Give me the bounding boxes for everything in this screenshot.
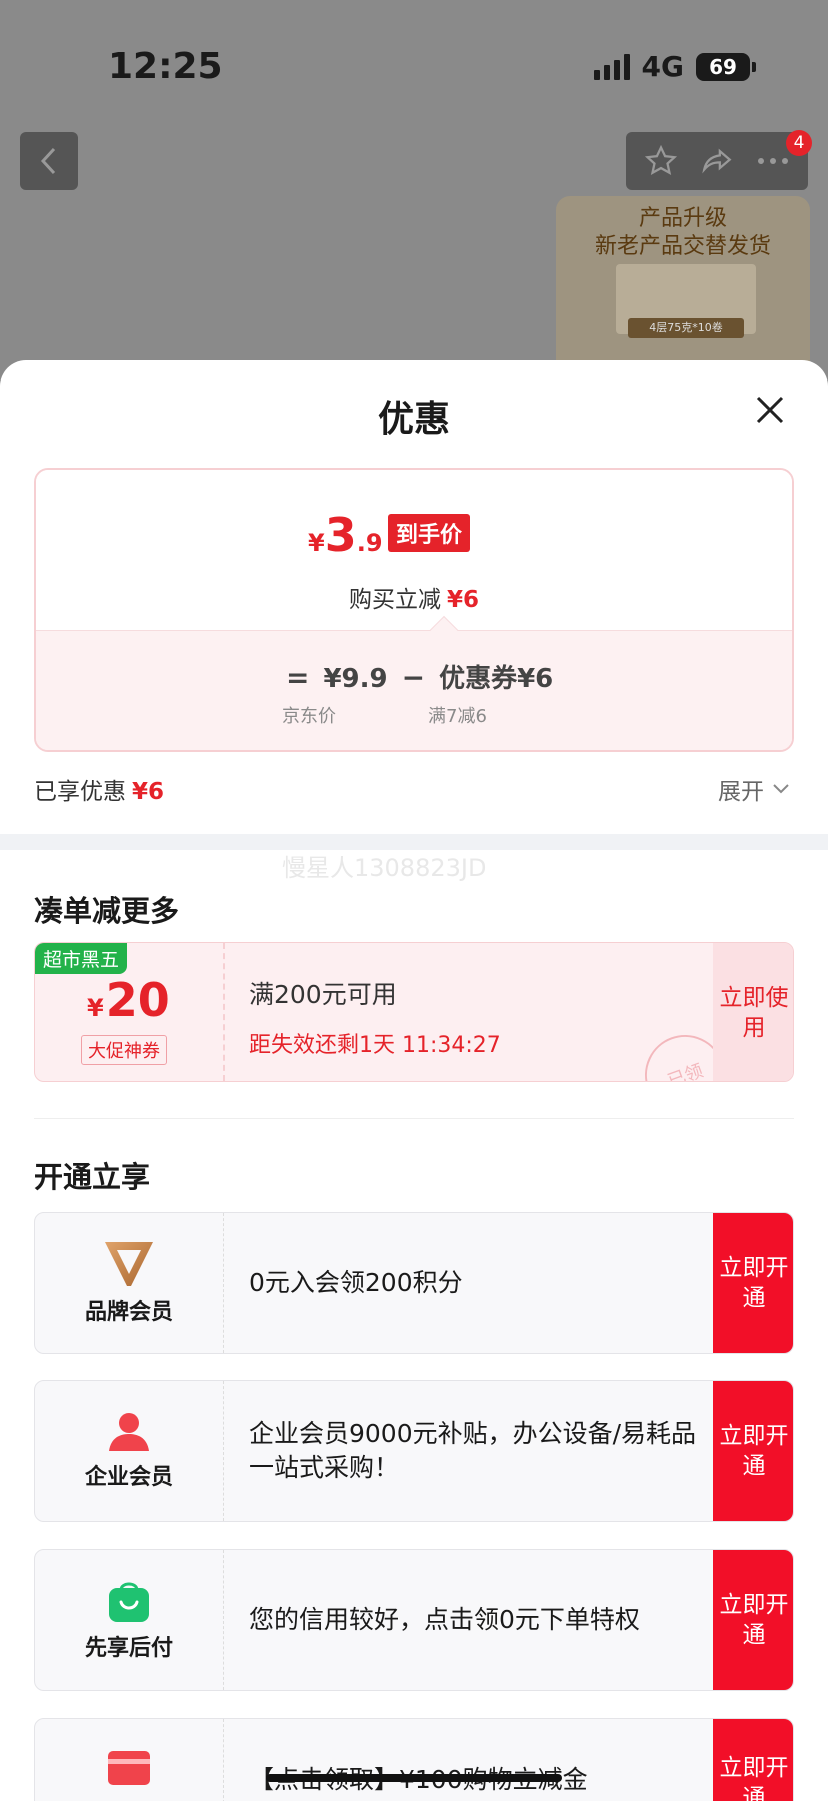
base-price-label: 京东价 bbox=[282, 706, 336, 727]
background-page: 12:25 4G 69 4 产品升级 新老产品交替发货 4层75克*10卷 bbox=[0, 0, 828, 386]
person-icon bbox=[109, 1413, 149, 1451]
price-card: ¥ 3 .9 到手价 购买立减 ¥6 = ¥9.9 − 优惠券¥6 京东价 满7减… bbox=[34, 468, 794, 752]
coupon-value: 20 bbox=[105, 973, 170, 1027]
nav-actions bbox=[626, 132, 808, 190]
member-name: 先享后付 bbox=[84, 1636, 173, 1661]
currency-symbol: ¥ bbox=[308, 529, 325, 557]
home-indicator bbox=[266, 1774, 562, 1782]
open-now-button[interactable]: 立即开通 bbox=[713, 1550, 793, 1690]
battery-icon: 69 bbox=[696, 52, 756, 81]
share-icon[interactable] bbox=[699, 144, 735, 178]
reduce-line: 购买立减 ¥6 bbox=[36, 580, 792, 614]
coupon-flag: 超市黑五 bbox=[35, 943, 128, 974]
member-card-pay-later[interactable]: 先享后付 您的信用较好，点击领0元下单特权 立即开通 bbox=[34, 1549, 794, 1691]
close-icon[interactable] bbox=[752, 392, 788, 428]
star-icon[interactable] bbox=[644, 144, 678, 178]
status-time: 12:25 bbox=[108, 46, 223, 87]
enjoyed-value: ¥6 bbox=[132, 779, 165, 805]
member-desc: 企业会员9000元补贴，办公设备/易耗品一站式采购！ bbox=[249, 1419, 697, 1482]
status-indicators: 4G 69 bbox=[593, 50, 756, 83]
open-section-title: 开通立享 bbox=[34, 1160, 151, 1194]
open-now-button[interactable]: 立即开通 bbox=[713, 1719, 793, 1801]
watermark: 慢星人1308823JD bbox=[282, 854, 487, 882]
chevron-down-icon bbox=[773, 784, 789, 794]
enjoyed-discount: 已享优惠 ¥6 bbox=[34, 772, 164, 806]
coupon-condition: 满200元可用 bbox=[249, 980, 397, 1009]
combine-section-title: 凑单减更多 bbox=[34, 894, 180, 928]
reduce-label: 购买立减 bbox=[348, 587, 441, 613]
use-now-button[interactable]: 立即使用 bbox=[713, 943, 793, 1081]
equals-sign: = bbox=[286, 661, 310, 694]
reduce-value: ¥6 bbox=[446, 587, 479, 613]
coupon-item: 优惠券¥6 bbox=[439, 664, 554, 694]
base-price: ¥9.9 bbox=[323, 664, 388, 694]
member-desc: 0元入会领200积分 bbox=[249, 1268, 463, 1297]
member-name: 企业会员 bbox=[84, 1465, 173, 1490]
member-card-brand[interactable]: 品牌会员 0元入会领200积分 立即开通 bbox=[34, 1212, 794, 1354]
member-card-coupon[interactable]: 【点击领取】¥100购物立减金 立即开通 bbox=[34, 1718, 794, 1801]
v-brand-icon bbox=[105, 1242, 153, 1286]
sheet-title: 优惠 bbox=[377, 399, 450, 440]
minus-sign: − bbox=[401, 661, 426, 694]
product-thumbnail: 产品升级 新老产品交替发货 4层75克*10卷 bbox=[556, 196, 810, 386]
member-name: 品牌会员 bbox=[84, 1300, 173, 1325]
coupon-type: 大促神券 bbox=[81, 1035, 167, 1065]
price-formula: = ¥9.9 − 优惠券¥6 bbox=[286, 658, 553, 695]
coupon-currency: ¥ bbox=[87, 994, 104, 1022]
coupon-amount: ¥ 20 bbox=[87, 973, 170, 1027]
final-price-dec: .9 bbox=[356, 529, 383, 557]
open-now-button[interactable]: 立即开通 bbox=[713, 1213, 793, 1353]
network-type: 4G bbox=[641, 50, 684, 83]
signal-icon bbox=[593, 53, 630, 80]
member-card-enterprise[interactable]: 企业会员 企业会员9000元补贴，办公设备/易耗品一站式采购！ 立即开通 bbox=[34, 1380, 794, 1522]
final-price-int: 3 bbox=[324, 508, 357, 562]
member-desc: 【点击领取】¥100购物立减金 bbox=[249, 1719, 719, 1801]
shopping-bag-icon bbox=[109, 1582, 149, 1622]
status-bar: 12:25 4G 69 bbox=[0, 0, 828, 120]
discount-sheet: 优惠 ¥ 3 .9 到手价 购买立减 ¥6 = ¥9.9 − 优惠券¥6 京东价 … bbox=[0, 360, 828, 1801]
final-price: ¥ 3 .9 bbox=[308, 508, 383, 562]
back-button[interactable] bbox=[20, 132, 78, 190]
coupon-expire: 距失效还剩1天 11:34:27 bbox=[249, 1033, 501, 1058]
thumb-tag: 4层75克*10卷 bbox=[628, 318, 744, 338]
thumb-line-2: 新老产品交替发货 bbox=[594, 234, 771, 259]
card-icon bbox=[108, 1751, 150, 1785]
enjoyed-label: 已享优惠 bbox=[34, 779, 126, 805]
chevron-left-icon bbox=[40, 147, 56, 175]
coupon-rule: 满7减6 bbox=[428, 706, 487, 727]
open-now-button[interactable]: 立即开通 bbox=[713, 1381, 793, 1521]
expand-label: 展开 bbox=[718, 779, 764, 805]
battery-level: 69 bbox=[709, 54, 737, 79]
final-price-tag: 到手价 bbox=[388, 514, 471, 552]
more-icon[interactable] bbox=[756, 156, 790, 166]
cart-badge: 4 bbox=[786, 130, 812, 156]
coupon-card[interactable]: 超市黑五 ¥ 20 大促神券 满200元可用 距失效还剩1天 11:34:27 … bbox=[34, 942, 794, 1082]
expand-toggle[interactable]: 展开 bbox=[718, 772, 790, 806]
member-desc: 您的信用较好，点击领0元下单特权 bbox=[249, 1605, 640, 1634]
